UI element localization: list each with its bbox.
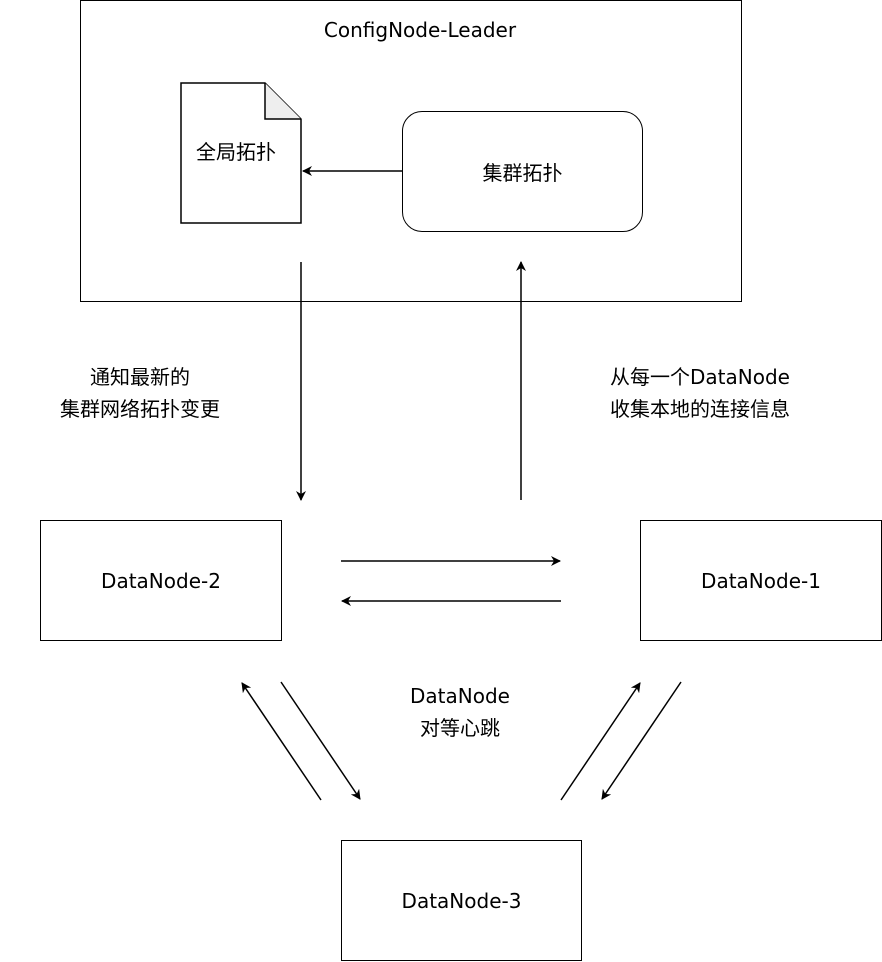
notify-label-line1: 通知最新的 <box>90 365 190 389</box>
heartbeat-label: DataNode 对等心跳 <box>360 680 560 744</box>
datanode-2-box: DataNode-2 <box>40 520 282 641</box>
arrow-dn1-to-dn3 <box>601 681 682 800</box>
datanode-1-label: DataNode-1 <box>701 568 821 593</box>
heartbeat-label-line1: DataNode <box>410 684 510 708</box>
notify-label: 通知最新的 集群网络拓扑变更 <box>20 361 260 425</box>
collect-label-line2: 收集本地的连接信息 <box>610 397 790 421</box>
collect-label: 从每一个DataNode 收集本地的连接信息 <box>570 361 830 425</box>
arrow-dn3-to-dn2 <box>241 682 322 801</box>
notify-label-line2: 集群网络拓扑变更 <box>60 397 220 421</box>
datanode-1-box: DataNode-1 <box>640 520 882 641</box>
global-topology-label: 全局拓扑 <box>196 140 276 164</box>
cluster-topology-label: 集群拓扑 <box>482 161 563 185</box>
arrow-dn3-to-dn1 <box>560 682 641 801</box>
datanode-3-label: DataNode-3 <box>401 888 522 913</box>
collect-label-line1: 从每一个DataNode <box>610 365 790 389</box>
heartbeat-label-line2: 对等心跳 <box>420 716 500 740</box>
datanode-2-label: DataNode-2 <box>101 568 221 593</box>
cluster-topology-box: 集群拓扑 <box>402 111 643 232</box>
datanode-3-box: DataNode-3 <box>341 840 582 961</box>
arrow-dn2-to-dn3 <box>280 681 361 800</box>
